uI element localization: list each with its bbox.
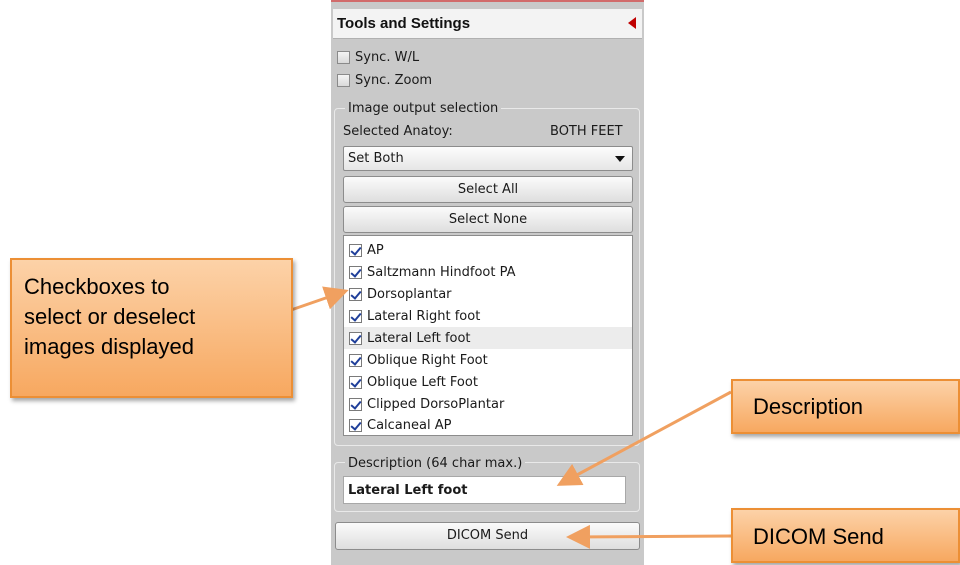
list-item[interactable]: AP [344, 239, 632, 261]
collapse-triangle-left-icon[interactable] [628, 17, 636, 29]
sync-zoom-checkbox-box[interactable] [337, 73, 350, 87]
tools-settings-panel: Tools and Settings Sync. W/L Sync. Zoom … [331, 0, 644, 565]
description-input[interactable]: Lateral Left foot [343, 476, 626, 504]
checkmark-icon[interactable] [349, 418, 362, 432]
image-output-group-label: Image output selection [345, 101, 502, 116]
list-item-selected[interactable]: Lateral Left foot [344, 327, 632, 349]
checkmark-icon[interactable] [349, 243, 362, 257]
panel-title: Tools and Settings [337, 15, 471, 32]
list-item-label: Oblique Right Foot [367, 352, 488, 368]
checkmark-icon[interactable] [349, 375, 362, 389]
selected-anatomy-label: Selected Anatoy: [343, 124, 453, 139]
checkmark-icon[interactable] [349, 287, 362, 301]
list-item-label: AP [367, 242, 384, 258]
select-all-button-label: Select All [457, 182, 519, 197]
select-all-button[interactable]: Select All [343, 176, 633, 203]
sync-zoom-label: Sync. Zoom [355, 72, 433, 88]
list-item[interactable]: Saltzmann Hindfoot PA [344, 261, 632, 283]
list-item-label: Oblique Left Foot [367, 374, 478, 390]
checkmark-icon[interactable] [349, 331, 362, 345]
selected-anatomy-value: BOTH FEET [550, 124, 623, 139]
list-item-label: Calcaneal AP [367, 417, 452, 433]
set-anatomy-dropdown-value: Set Both [348, 151, 404, 166]
select-none-button-label: Select None [448, 212, 528, 227]
checkmark-icon[interactable] [349, 265, 362, 279]
chevron-down-icon [615, 156, 625, 162]
panel-top-border [331, 0, 644, 6]
list-item[interactable]: Lateral Right foot [344, 305, 632, 327]
screenshot-stage: Tools and Settings Sync. W/L Sync. Zoom … [0, 0, 960, 565]
dicom-send-callout: DICOM Send [731, 508, 960, 563]
sync-zoom-checkbox[interactable]: Sync. Zoom [337, 72, 432, 88]
checkbox-callout: Checkboxes to select or deselect images … [10, 258, 293, 398]
dicom-send-callout-text: DICOM Send [753, 524, 884, 549]
list-item[interactable]: Clipped DorsoPlantar [344, 393, 632, 415]
description-input-value: Lateral Left foot [348, 483, 468, 498]
panel-header: Tools and Settings [333, 9, 642, 39]
checkmark-icon[interactable] [349, 309, 362, 323]
list-item-label: Lateral Right foot [367, 308, 481, 324]
image-checkbox-list: AP Saltzmann Hindfoot PA Dorsoplantar La… [343, 235, 633, 436]
checkbox-callout-line-1: Checkboxes to [24, 274, 170, 299]
list-item-label: Dorsoplantar [367, 286, 452, 302]
list-item[interactable]: Dorsoplantar [344, 283, 632, 305]
description-label: Description (64 char max.) [345, 456, 526, 471]
dicom-send-button[interactable]: DICOM Send [335, 522, 640, 550]
list-item[interactable]: Calcaneal AP [344, 414, 632, 436]
description-callout-text: Description [753, 394, 864, 419]
checkmark-icon[interactable] [349, 397, 362, 411]
checkbox-callout-line-3: images displayed [24, 334, 194, 359]
checkmark-icon[interactable] [349, 353, 362, 367]
list-item-label: Saltzmann Hindfoot PA [367, 264, 516, 280]
sync-wl-label: Sync. W/L [355, 49, 420, 65]
select-none-button[interactable]: Select None [343, 206, 633, 233]
dicom-send-button-label: DICOM Send [446, 528, 529, 543]
sync-wl-checkbox[interactable]: Sync. W/L [337, 49, 419, 65]
list-item[interactable]: Oblique Right Foot [344, 349, 632, 371]
checkbox-callout-line-2: select or deselect [24, 304, 196, 329]
description-callout: Description [731, 379, 960, 434]
sync-wl-checkbox-box[interactable] [337, 50, 350, 64]
set-anatomy-dropdown[interactable]: Set Both [343, 146, 633, 171]
list-item-label: Clipped DorsoPlantar [367, 396, 505, 412]
list-item-label: Lateral Left foot [367, 330, 471, 346]
list-item[interactable]: Oblique Left Foot [344, 371, 632, 393]
